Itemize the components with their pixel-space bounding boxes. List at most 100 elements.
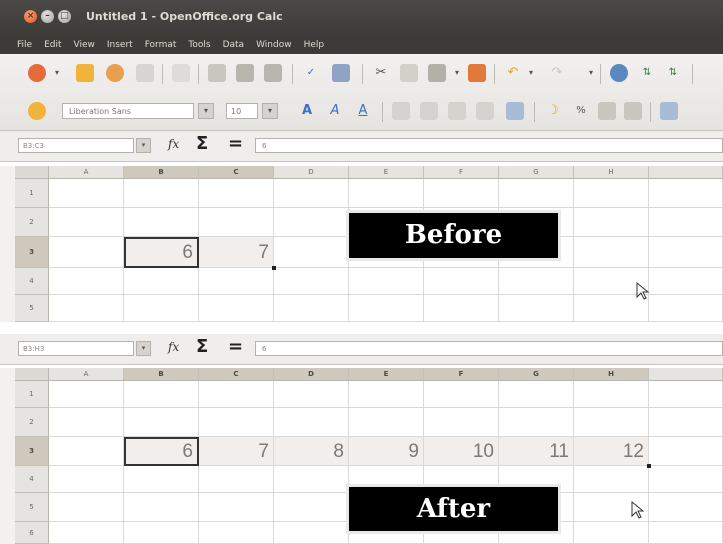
cell-c5[interactable] [199,295,274,322]
column-header-a[interactable]: A [49,368,124,381]
minimize-window-button[interactable]: – [41,10,54,23]
name-box-dropdown-icon[interactable]: ▾ [136,341,151,356]
cell-f1[interactable] [424,179,499,208]
row-header-4[interactable]: 4 [15,268,49,295]
cell-i2[interactable] [649,408,723,437]
cell-h2[interactable] [574,408,649,437]
column-header-c[interactable]: C [199,166,274,179]
cell-c2[interactable] [199,208,274,237]
save-icon[interactable] [106,64,124,82]
sort-descending-icon[interactable]: ⇅ [664,64,682,82]
cell-i3[interactable] [649,437,723,466]
menu-file[interactable]: File [14,40,35,50]
italic-icon[interactable]: A [326,102,344,120]
column-header-h[interactable]: H [574,368,649,381]
cell-d5[interactable] [274,295,349,322]
cell-b1[interactable] [124,179,199,208]
cell-a4[interactable] [49,466,124,493]
cell-b1[interactable] [124,381,199,408]
cell-e4[interactable] [349,268,424,295]
font-name-dropdown-icon[interactable]: ▾ [198,103,214,119]
formula-icon[interactable]: = [228,133,243,154]
column-header-g[interactable]: G [499,166,574,179]
cell-b5[interactable] [124,493,199,522]
cell-b2[interactable] [124,408,199,437]
cell-c5[interactable] [199,493,274,522]
copy-icon[interactable] [400,64,418,82]
menu-edit[interactable]: Edit [41,40,64,50]
formula-input[interactable]: 6 [255,138,723,153]
chevron-down-icon[interactable]: ▾ [52,64,62,82]
cell-h6[interactable] [574,522,649,544]
cell-d2[interactable] [274,408,349,437]
font-name-input[interactable]: Liberation Sans [62,103,194,119]
cell-a5[interactable] [49,493,124,522]
cell-g1[interactable] [499,381,574,408]
function-wizard-icon[interactable]: fx [168,137,179,151]
cell-d4[interactable] [274,268,349,295]
cell-h2[interactable] [574,208,649,237]
cell-c1[interactable] [199,179,274,208]
cell-f1[interactable] [424,381,499,408]
select-all-corner[interactable] [15,368,49,381]
cell-d1[interactable] [274,381,349,408]
cell-e1[interactable] [349,381,424,408]
maximize-window-button[interactable]: □ [58,10,71,23]
name-box[interactable]: B3:C3 [18,138,134,153]
close-window-button[interactable]: × [24,10,37,23]
fill-handle[interactable] [272,266,276,270]
font-size-dropdown-icon[interactable]: ▾ [262,103,278,119]
cell-d3[interactable] [274,237,349,268]
row-header-4[interactable]: 4 [15,466,49,493]
cell-g5[interactable] [499,295,574,322]
email-icon[interactable] [136,64,154,82]
cell-b4[interactable] [124,268,199,295]
row-header-5[interactable]: 5 [15,493,49,522]
row-header-5[interactable]: 5 [15,295,49,322]
row-header-1[interactable]: 1 [15,381,49,408]
cell-f2[interactable] [424,408,499,437]
hyperlink-icon[interactable] [610,64,628,82]
cell-b6[interactable] [124,522,199,544]
cell-a4[interactable] [49,268,124,295]
column-header-d[interactable]: D [274,166,349,179]
cell-b3[interactable]: 6 [124,237,199,268]
merge-cells-icon[interactable] [506,102,524,120]
menu-data[interactable]: Data [220,40,248,50]
font-size-input[interactable]: 10 [226,103,258,119]
open-folder-icon[interactable] [76,64,94,82]
column-header-f[interactable]: F [424,166,499,179]
cell-d5[interactable] [274,493,349,522]
row-header-2[interactable]: 2 [15,208,49,237]
cell-b3[interactable]: 6 [124,437,199,466]
cell-b5[interactable] [124,295,199,322]
cut-icon[interactable]: ✂ [372,64,390,82]
cell-e3[interactable]: 9 [349,437,424,466]
cell-i2[interactable] [649,208,723,237]
spellcheck-icon[interactable]: ✓ [302,64,320,82]
currency-icon[interactable]: ☽ [544,102,562,120]
column-header-c[interactable]: C [199,368,274,381]
cell-f4[interactable] [424,268,499,295]
decimal-add-icon[interactable] [598,102,616,120]
styles-icon[interactable] [28,102,46,120]
cell-d1[interactable] [274,179,349,208]
autospellcheck-icon[interactable] [332,64,350,82]
menu-view[interactable]: View [71,40,98,50]
cell-e5[interactable] [349,295,424,322]
percent-icon[interactable]: % [572,102,590,120]
align-center-icon[interactable] [420,102,438,120]
name-box[interactable]: B3:H3 [18,341,134,356]
cell-e2[interactable] [349,408,424,437]
print-preview-icon[interactable] [264,64,282,82]
cell-i1[interactable] [649,381,723,408]
cell-c6[interactable] [199,522,274,544]
cell-h1[interactable] [574,179,649,208]
align-right-icon[interactable] [448,102,466,120]
cell-g2[interactable] [499,408,574,437]
column-header-b[interactable]: B [124,368,199,381]
column-header-b[interactable]: B [124,166,199,179]
sort-ascending-icon[interactable]: ⇅ [638,64,656,82]
chevron-down-icon[interactable]: ▾ [526,64,536,82]
column-header-a[interactable]: A [49,166,124,179]
